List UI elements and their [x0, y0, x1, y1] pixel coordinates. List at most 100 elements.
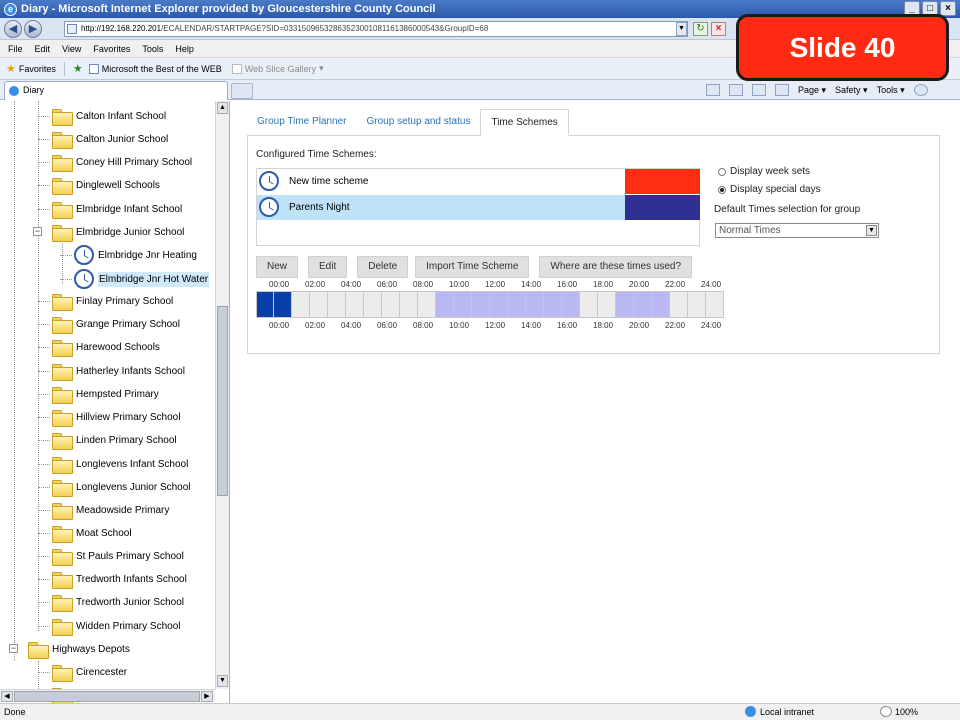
radio-button-selected[interactable] [718, 185, 726, 194]
menu-edit[interactable]: Edit [35, 44, 51, 54]
timeline-cell[interactable] [616, 291, 634, 318]
scroll-left-icon[interactable]: ◀ [1, 691, 13, 702]
scroll-right-icon[interactable]: ▶ [201, 691, 213, 702]
scroll-up-icon[interactable]: ▲ [217, 102, 228, 114]
browser-tab-diary[interactable]: Diary [4, 81, 228, 100]
scroll-down-icon[interactable]: ▼ [217, 675, 228, 687]
tree-item-school[interactable]: Tredworth Junior School [38, 591, 184, 613]
chevron-down-icon[interactable]: ▼ [866, 225, 877, 236]
tree-horizontal-scrollbar[interactable]: ◀ ▶ [0, 689, 215, 702]
timeline-cell[interactable] [706, 291, 724, 318]
mail-icon[interactable] [752, 84, 766, 96]
tree-item-school[interactable]: Hillview Primary School [38, 406, 180, 428]
timeline-cell[interactable] [346, 291, 364, 318]
favorite-link-web-slice[interactable]: Web Slice Gallery [245, 64, 316, 74]
menu-help[interactable]: Help [175, 44, 194, 54]
timeline-cell[interactable] [526, 291, 544, 318]
favorite-link-msn[interactable]: Microsoft the Best of the WEB [102, 64, 222, 74]
tree-item-school[interactable]: Coney Hill Primary School [38, 151, 192, 173]
safety-menu[interactable]: Safety ▾ [835, 85, 868, 96]
forward-icon[interactable]: ▶ [24, 19, 42, 38]
menu-tools[interactable]: Tools [142, 44, 163, 54]
collapse-toggle[interactable]: − [9, 644, 18, 653]
scroll-thumb-horizontal[interactable] [14, 691, 200, 702]
timeline-cell[interactable] [418, 291, 436, 318]
tree-item-time-scheme[interactable]: Elmbridge Jnr Heating [60, 244, 197, 266]
radio-button[interactable] [718, 167, 726, 176]
timeline-cell[interactable] [490, 291, 508, 318]
tree-item-school[interactable]: Longlevens Junior School [38, 476, 191, 498]
timeline-cell[interactable] [454, 291, 472, 318]
timeline-cell[interactable] [292, 291, 310, 318]
tree-item-school[interactable]: Grange Primary School [38, 313, 180, 335]
tree-item-school[interactable]: Hatherley Infants School [38, 360, 185, 382]
tree-item-school[interactable]: Tredworth Infants School [38, 568, 187, 590]
stop-icon[interactable]: × [711, 22, 726, 36]
tree-item-school-expanded[interactable]: Elmbridge Junior School [52, 221, 184, 243]
scheme-row-selected[interactable]: Parents Night [257, 195, 700, 220]
tree-item-school[interactable]: Linden Primary School [38, 429, 177, 451]
timeline-cell[interactable] [670, 291, 688, 318]
timeline-cell[interactable] [472, 291, 490, 318]
tab-group-setup-status[interactable]: Group setup and status [357, 109, 481, 136]
tools-menu[interactable]: Tools ▾ [877, 85, 905, 96]
new-button[interactable]: New [256, 256, 299, 278]
scheme-color-swatch[interactable] [625, 169, 700, 194]
edit-button[interactable]: Edit [308, 256, 348, 278]
tree-item-group[interactable]: Highways Depots [28, 638, 130, 660]
timeline-cell[interactable] [274, 291, 292, 318]
tree-item-school[interactable]: Meadowside Primary [38, 499, 169, 521]
tree-item-time-scheme-selected[interactable]: Elmbridge Jnr Hot Water [60, 268, 210, 290]
timeline-cell[interactable] [436, 291, 454, 318]
menu-view[interactable]: View [62, 44, 81, 54]
timeline-cell[interactable] [400, 291, 418, 318]
tree-item-school[interactable]: Widden Primary School [38, 615, 180, 637]
address-input[interactable]: http://192.168.220.201/ECALENDAR/STARTPA… [64, 21, 688, 37]
print-icon[interactable] [775, 84, 789, 96]
tab-time-schemes[interactable]: Time Schemes [480, 109, 569, 136]
timeline-cell[interactable] [598, 291, 616, 318]
zoom-level[interactable]: 100% [880, 706, 918, 717]
address-dropdown-icon[interactable]: ▼ [676, 22, 687, 36]
tree-item-school[interactable]: Longlevens Infant School [38, 453, 188, 475]
timeline-cell[interactable] [508, 291, 526, 318]
security-zone[interactable]: Local intranet [745, 706, 814, 717]
menu-file[interactable]: File [8, 44, 23, 54]
timeline-cell[interactable] [544, 291, 562, 318]
delete-button[interactable]: Delete [357, 256, 409, 278]
scheme-row[interactable]: New time scheme [257, 169, 700, 194]
web-slice-dropdown-icon[interactable]: ▾ [319, 63, 324, 74]
timeline-cell[interactable] [634, 291, 652, 318]
tree-item-depot[interactable]: Cirencester [38, 661, 127, 683]
menu-favorites[interactable]: Favorites [93, 44, 130, 54]
radio-display-week-sets[interactable]: Display week sets [718, 166, 810, 177]
where-used-button[interactable]: Where are these times used? [539, 256, 693, 278]
tree-item-school[interactable]: Dinglewell Schools [38, 174, 160, 196]
back-icon[interactable]: ◀ [4, 19, 22, 38]
help-icon[interactable] [913, 84, 928, 96]
collapse-toggle[interactable]: − [33, 227, 42, 236]
timeline-cell[interactable] [256, 291, 274, 318]
timeline-cell[interactable] [652, 291, 670, 318]
timeline-cell[interactable] [562, 291, 580, 318]
tree-item-school[interactable]: Harewood Schools [38, 336, 160, 358]
timeline-cell[interactable] [328, 291, 346, 318]
default-times-select[interactable]: Normal Times ▼ [715, 223, 879, 238]
timeline-cell[interactable] [364, 291, 382, 318]
scroll-thumb[interactable] [217, 306, 228, 496]
add-favorite-icon[interactable]: ★ [73, 62, 83, 75]
tree-item-school[interactable]: Hempsted Primary [38, 383, 159, 405]
tree-vertical-scrollbar[interactable]: ▲ ▼ [215, 101, 229, 689]
tree-item-school[interactable]: Elmbridge Infant School [38, 198, 182, 220]
timeline-cell[interactable] [382, 291, 400, 318]
refresh-icon[interactable]: ↻ [693, 22, 708, 36]
tree-item-school[interactable]: St Pauls Primary School [38, 545, 184, 567]
timeline-cell[interactable] [688, 291, 706, 318]
tab-group-time-planner[interactable]: Group Time Planner [247, 109, 357, 136]
tree-item-school[interactable]: Calton Infant School [38, 105, 166, 127]
home-icon[interactable] [706, 84, 720, 96]
close-button[interactable]: × [940, 1, 956, 16]
favorites-button[interactable]: Favorites [19, 64, 56, 74]
tree-item-school[interactable]: Moat School [38, 522, 132, 544]
feeds-icon[interactable] [729, 84, 743, 96]
